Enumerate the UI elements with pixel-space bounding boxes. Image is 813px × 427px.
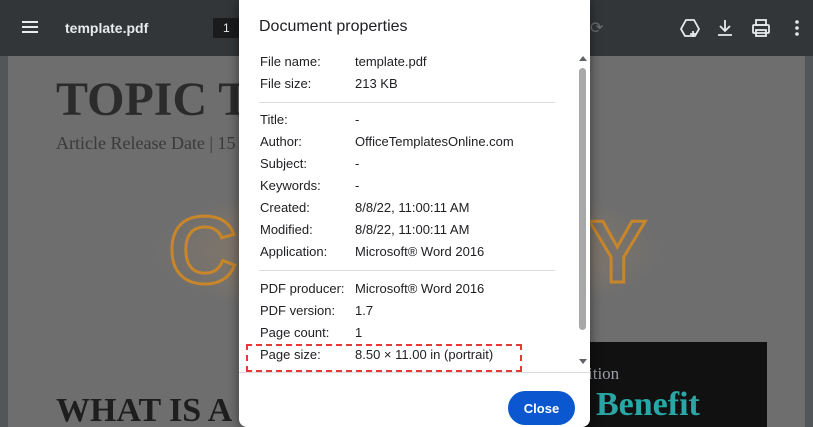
save-to-drive-icon[interactable] (678, 16, 702, 40)
prop-value: - (355, 156, 360, 171)
scroll-down-arrow-icon[interactable] (579, 359, 587, 364)
prop-key: Created: (260, 200, 310, 215)
prop-key: Title: (260, 112, 288, 127)
page-what-is-heading: WHAT IS A (56, 392, 233, 427)
divider (259, 270, 555, 271)
prop-value: Microsoft® Word 2016 (355, 244, 485, 259)
prop-value: 1.7 (355, 303, 374, 318)
close-button[interactable]: Close (508, 391, 575, 425)
prop-key: Keywords: (260, 178, 321, 193)
neon-letters-left-image: C (166, 196, 246, 306)
print-icon[interactable] (749, 16, 773, 40)
page-size-highlight (246, 344, 522, 372)
dialog-title: Document properties (259, 18, 408, 35)
prop-key: Author: (260, 134, 302, 149)
properties-list: File name: template.pdf File size: 213 K… (239, 52, 590, 372)
prop-value: 8/8/22, 11:00:11 AM (355, 200, 470, 215)
page-topic-heading: TOPIC T (56, 73, 251, 126)
prop-key: Page count: (260, 325, 330, 340)
prop-value: 1 (355, 325, 363, 340)
prop-key: Modified: (260, 222, 313, 237)
prop-key: PDF version: (260, 303, 336, 318)
more-vert-icon[interactable] (785, 16, 809, 40)
scrollbar-thumb[interactable] (579, 68, 586, 330)
prop-value: - (355, 112, 360, 127)
page-ition-text: ition (588, 364, 620, 383)
download-icon[interactable] (713, 16, 737, 40)
prop-value: template.pdf (355, 54, 427, 69)
prop-key: Subject: (260, 156, 307, 171)
rotate-icon[interactable]: ⟳ (590, 18, 603, 38)
divider (259, 102, 555, 103)
page-release-date: Article Release Date | 15 (56, 133, 236, 153)
prop-key: File size: (260, 76, 312, 91)
page-number-input[interactable]: 1 (213, 18, 239, 38)
menu-icon[interactable] (22, 18, 44, 38)
prop-key: PDF producer: (260, 281, 345, 296)
scroll-up-arrow-icon[interactable] (579, 56, 587, 61)
footer-divider (239, 372, 590, 373)
prop-key: File name: (260, 54, 321, 69)
prop-value: Microsoft® Word 2016 (355, 281, 485, 296)
prop-value: 8/8/22, 11:00:11 AM (355, 222, 470, 237)
prop-value: 213 KB (355, 76, 398, 91)
document-title: template.pdf (65, 20, 149, 36)
prop-value: OfficeTemplatesOnline.com (355, 134, 514, 149)
prop-key: Application: (260, 244, 328, 259)
page-benefit-text: Benefit (596, 386, 700, 423)
neon-letters-right-image: Y (587, 201, 649, 303)
prop-value: - (355, 178, 360, 193)
